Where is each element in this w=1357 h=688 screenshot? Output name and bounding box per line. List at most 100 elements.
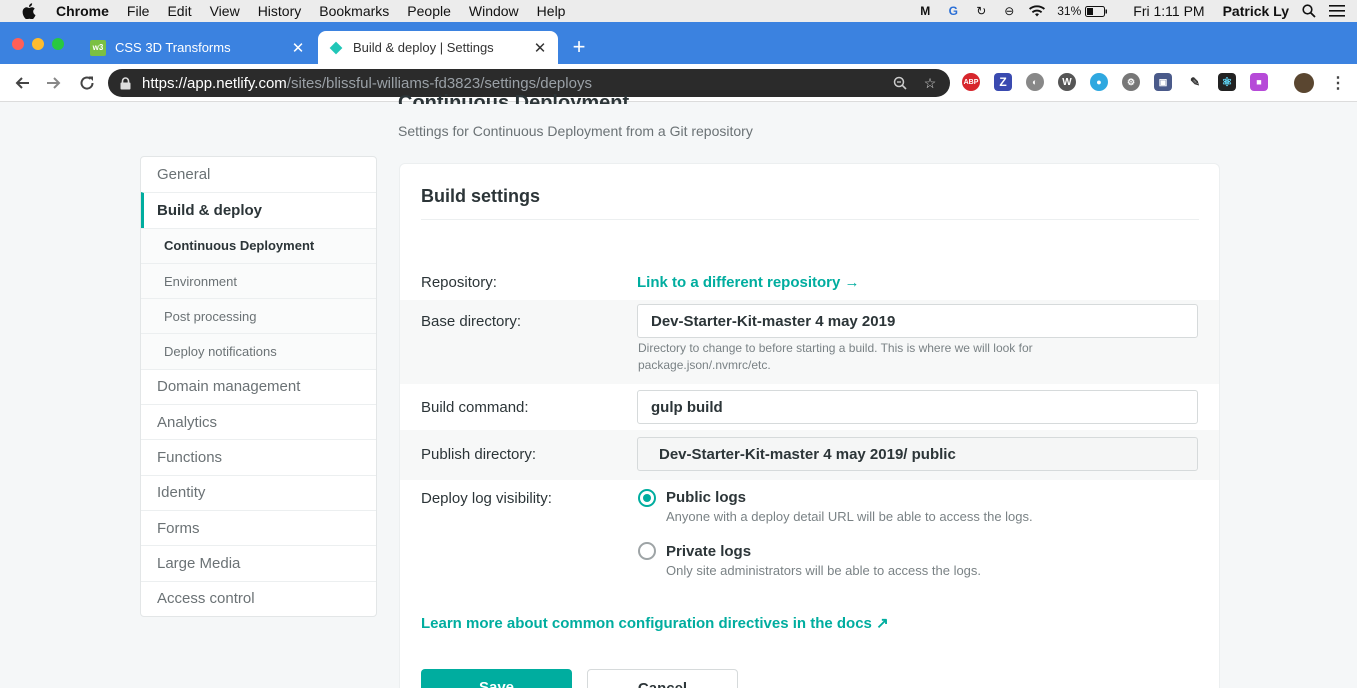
- repository-row: Repository: Link to a different reposito…: [400, 264, 1219, 300]
- tab-title: CSS 3D Transforms: [115, 40, 231, 55]
- card-title: Build settings: [421, 186, 541, 206]
- wordpress-icon[interactable]: W: [1058, 73, 1076, 91]
- menubar-user[interactable]: Patrick Ly: [1223, 3, 1289, 19]
- private-logs-title[interactable]: Private logs: [666, 543, 751, 560]
- url-path: /sites/blissful-williams-fd3823/settings…: [286, 74, 592, 92]
- build-command-input[interactable]: gulp build: [637, 390, 1198, 424]
- base-directory-help: Directory to change to before starting a…: [638, 341, 1033, 372]
- cancel-button[interactable]: Cancel: [587, 669, 738, 688]
- url-text[interactable]: https://app.netlify.com/sites/blissful-w…: [142, 75, 890, 92]
- sidebar-item-deploy-notifications[interactable]: Deploy notifications: [141, 333, 376, 369]
- browser-tab-strip: w3 CSS 3D Transforms ✕ Build & deploy | …: [0, 22, 1357, 64]
- sidebar-item-access-control[interactable]: Access control: [141, 580, 376, 616]
- menu-view[interactable]: View: [210, 3, 240, 19]
- menu-people[interactable]: People: [407, 3, 451, 19]
- forward-arrow-icon[interactable]: [43, 72, 65, 94]
- zoom-window-button[interactable]: [52, 38, 64, 50]
- menubar-status-area: M G ↻ ⊖ 31% Fri 1:11 PM Patrick Ly: [917, 0, 1357, 22]
- bookmark-extension-icon[interactable]: ▣: [1154, 73, 1172, 91]
- battery-icon[interactable]: [1085, 4, 1108, 18]
- macos-menubar: Chrome File Edit View History Bookmarks …: [0, 0, 1357, 22]
- do-not-disturb-icon[interactable]: ⊖: [1001, 4, 1017, 18]
- page-title: Continuous Deployment: [398, 92, 630, 104]
- sidebar-item-post-processing[interactable]: Post processing: [141, 298, 376, 334]
- netlify-favicon-icon: [328, 40, 344, 56]
- tab-css-3d-transforms[interactable]: w3 CSS 3D Transforms ✕: [80, 31, 316, 64]
- wifi-icon[interactable]: [1029, 4, 1046, 18]
- menu-app-name[interactable]: Chrome: [56, 3, 109, 19]
- bookmark-star-icon[interactable]: ☆: [920, 73, 940, 93]
- page-subtitle: Settings for Continuous Deployment from …: [398, 123, 753, 139]
- lock-icon[interactable]: [120, 76, 134, 90]
- sidebar-item-build-deploy[interactable]: Build & deploy: [141, 192, 376, 228]
- close-tab-icon[interactable]: ✕: [290, 39, 306, 57]
- spotlight-search-icon[interactable]: [1301, 4, 1317, 18]
- circle-arrow-icon[interactable]: ↻: [973, 4, 989, 18]
- chrome-menu-icon[interactable]: ⋮: [1330, 73, 1346, 93]
- sidebar-item-domain-management[interactable]: Domain management: [141, 368, 376, 404]
- menubar-clock[interactable]: Fri 1:11 PM: [1133, 3, 1204, 19]
- deploy-log-visibility-row: Deploy log visibility: Public logs Anyon…: [400, 480, 1219, 590]
- reload-icon[interactable]: [76, 72, 98, 94]
- menu-file[interactable]: File: [127, 3, 150, 19]
- sidebar-item-forms[interactable]: Forms: [141, 509, 376, 545]
- apple-icon[interactable]: [20, 2, 38, 20]
- browser-toolbar: https://app.netlify.com/sites/blissful-w…: [0, 64, 1357, 102]
- back-arrow-icon[interactable]: [11, 72, 33, 94]
- close-window-button[interactable]: [12, 38, 24, 50]
- base-directory-input[interactable]: Dev-Starter-Kit-master 4 may 2019: [637, 304, 1198, 338]
- menu-edit[interactable]: Edit: [167, 3, 191, 19]
- private-logs-radio[interactable]: [638, 542, 656, 560]
- chat-bubble-icon[interactable]: ●: [1090, 73, 1108, 91]
- tab-title: Build & deploy | Settings: [353, 40, 494, 55]
- paint-extension-icon[interactable]: ■: [1250, 73, 1268, 91]
- sidebar-item-continuous-deployment[interactable]: Continuous Deployment: [141, 227, 376, 263]
- menu-window[interactable]: Window: [469, 3, 519, 19]
- zoom-magnifier-icon[interactable]: [890, 73, 910, 93]
- build-command-row: Build command: gulp build: [400, 384, 1219, 430]
- new-tab-icon[interactable]: +: [568, 36, 590, 59]
- battery-percent: 31%: [1057, 4, 1082, 18]
- sidebar-item-large-media[interactable]: Large Media: [141, 545, 376, 580]
- close-tab-icon[interactable]: ✕: [532, 39, 548, 57]
- link-repository-link[interactable]: Link to a different repository →: [637, 274, 860, 291]
- divider: [421, 219, 1199, 220]
- repository-label: Repository:: [421, 274, 497, 291]
- build-settings-card: Build settings Repository: Link to a dif…: [399, 163, 1220, 688]
- menu-help[interactable]: Help: [537, 3, 566, 19]
- extensions-bar: ABP Z ◐ W ● ⚙ ▣ ✎ ⚛ ■: [962, 73, 1282, 91]
- react-devtools-icon[interactable]: ⚛: [1218, 73, 1236, 91]
- dark-mode-icon[interactable]: ◐: [1026, 73, 1044, 91]
- base-directory-label: Base directory:: [421, 313, 522, 330]
- sidebar-item-functions[interactable]: Functions: [141, 439, 376, 474]
- save-button[interactable]: Save: [421, 669, 572, 688]
- eyedropper-icon[interactable]: ✎: [1186, 73, 1204, 91]
- publish-directory-input[interactable]: Dev-Starter-Kit-master 4 may 2019/ publi…: [637, 437, 1198, 471]
- url-host: app.netlify.com: [187, 74, 287, 92]
- grammarly-icon[interactable]: G: [945, 4, 961, 18]
- base-directory-row: Base directory: Dev-Starter-Kit-master 4…: [400, 300, 1219, 384]
- window-controls: [12, 38, 72, 50]
- menu-bookmarks[interactable]: Bookmarks: [319, 3, 389, 19]
- profile-avatar[interactable]: [1294, 73, 1314, 93]
- sidebar-item-analytics[interactable]: Analytics: [141, 404, 376, 439]
- zotero-icon[interactable]: Z: [994, 73, 1012, 91]
- minimize-window-button[interactable]: [32, 38, 44, 50]
- publish-directory-row: Publish directory: Dev-Starter-Kit-maste…: [400, 430, 1219, 480]
- sidebar-item-environment[interactable]: Environment: [141, 262, 376, 299]
- public-logs-radio[interactable]: [638, 489, 656, 507]
- sidebar-item-general[interactable]: General: [141, 157, 376, 192]
- docs-link[interactable]: Learn more about common configuration di…: [421, 614, 889, 632]
- gear-extension-icon[interactable]: ⚙: [1122, 73, 1140, 91]
- publish-directory-label: Publish directory:: [421, 446, 537, 463]
- w3-favicon-icon: w3: [90, 39, 106, 56]
- adblock-plus-icon[interactable]: ABP: [962, 73, 980, 91]
- build-command-label: Build command:: [421, 399, 529, 416]
- public-logs-title[interactable]: Public logs: [666, 489, 746, 506]
- deploy-log-visibility-label: Deploy log visibility:: [421, 490, 552, 507]
- tab-build-deploy-settings[interactable]: Build & deploy | Settings ✕: [318, 31, 558, 64]
- sidebar-item-identity[interactable]: Identity: [141, 474, 376, 510]
- menu-history[interactable]: History: [258, 3, 302, 19]
- notification-center-icon[interactable]: [1329, 4, 1345, 18]
- malwarebytes-icon[interactable]: M: [917, 4, 933, 18]
